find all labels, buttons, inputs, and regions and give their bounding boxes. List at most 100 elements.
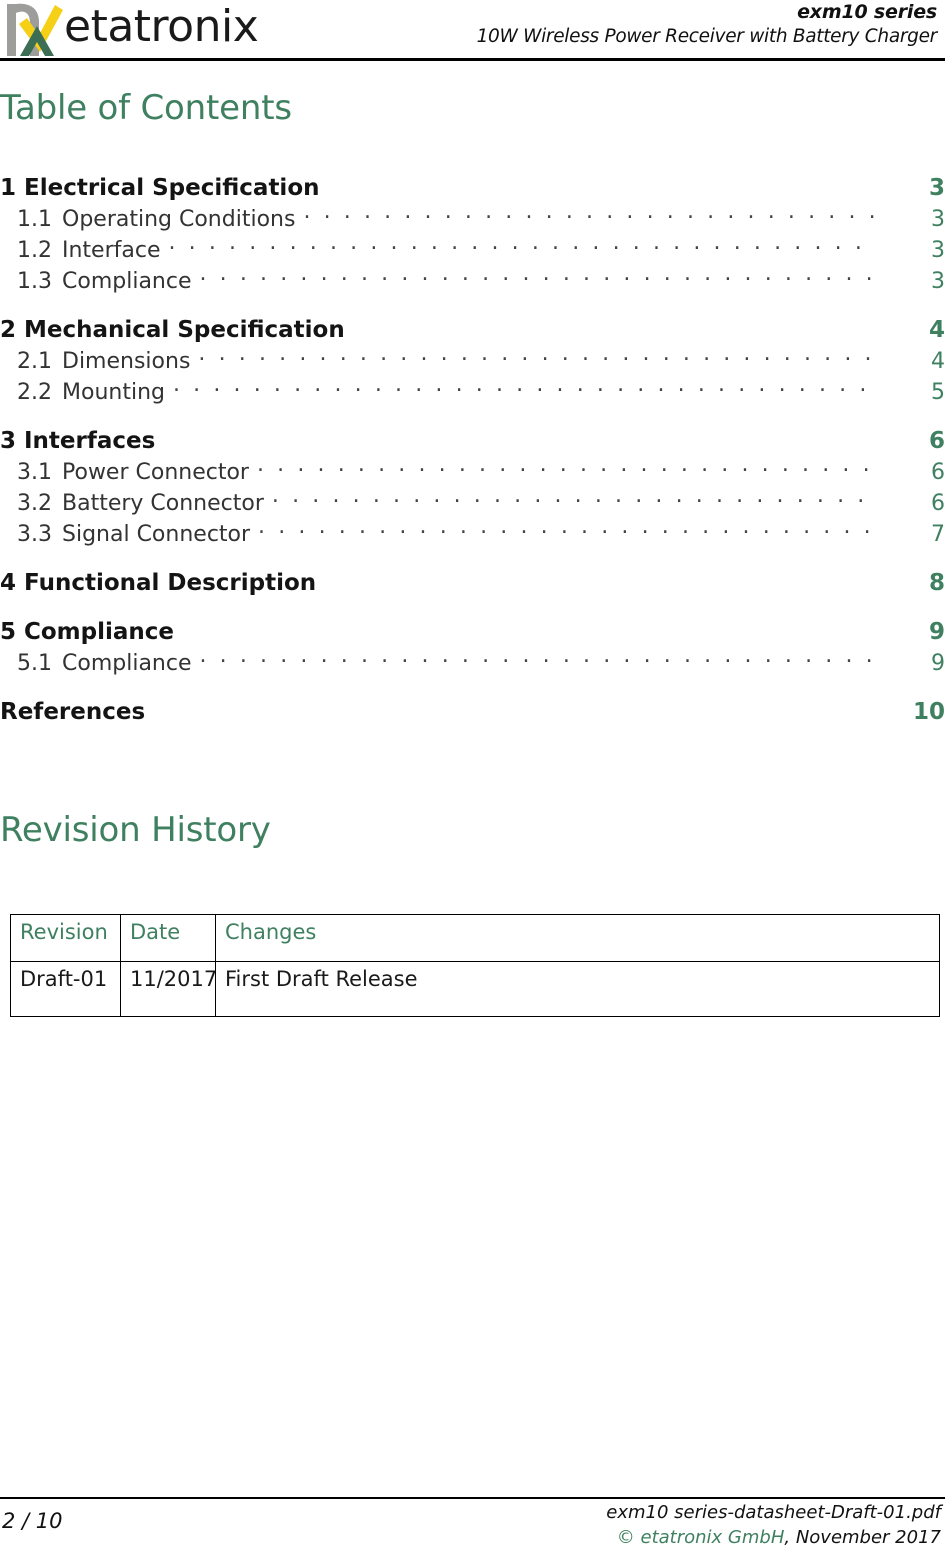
toc-entry-page: 3 (928, 175, 945, 201)
toc-group: 4 Functional Description 8 (0, 567, 945, 599)
column-header-changes: Changes (215, 914, 940, 962)
toc-leader-dots (303, 204, 877, 226)
toc-entry-number: 1.2 (17, 238, 52, 263)
toc-entry-level1[interactable]: 5 Compliance 9 (0, 616, 945, 648)
copyright-line: © etatronix GmbH, November 2017 (341, 1525, 941, 1550)
toc-entry-label: Interfaces (24, 428, 156, 454)
toc-entry-page: 9 (928, 619, 945, 645)
toc-entry-number: 5.1 (17, 651, 52, 676)
toc-entry-level2[interactable]: 3.2 Battery Connector 6 (0, 488, 945, 519)
revision-history-heading: Revision History (0, 810, 271, 850)
toc-entry-page: 3 (931, 207, 945, 232)
toc-entry-page: 6 (931, 491, 945, 516)
toc-entry-level2[interactable]: 3.1 Power Connector 6 (0, 457, 945, 488)
column-header-revision: Revision (10, 914, 121, 962)
toc-entry-number: 2 (0, 317, 17, 343)
etatronix-logo-icon (6, 2, 68, 58)
toc-entry-level1[interactable]: References 10 (0, 696, 945, 728)
toc-group: References 10 (0, 696, 945, 728)
toc-entry-page: 4 (928, 317, 945, 343)
toc-entry-number: 3.2 (17, 491, 52, 516)
toc-entry-label: Mounting (62, 380, 165, 405)
toc-entry-page: 3 (931, 238, 945, 263)
toc-entry-level2[interactable]: 1.1 Operating Conditions 3 (0, 204, 945, 235)
revision-history-table: Revision Date Changes Draft-01 11/2017 Fir… (10, 914, 940, 1017)
toc-entry-level2[interactable]: 3.3 Signal Connector 7 (0, 519, 945, 550)
toc-entry-label: Functional Description (24, 570, 317, 596)
toc-entry-label: Power Connector (62, 460, 249, 485)
toc-entry-label: Compliance (62, 651, 192, 676)
document-file-name: exm10 series-datasheet-Draft-01.pdf (606, 1502, 941, 1523)
toc-entry-number: 1.1 (17, 207, 52, 232)
toc-entry-label: Interface (62, 238, 161, 263)
copyright-holder: © etatronix GmbH (616, 1527, 785, 1548)
toc-entry-label: Electrical Specification (24, 175, 320, 201)
toc-leader-dots (200, 648, 878, 670)
table-of-contents-heading: Table of Contents (0, 88, 292, 128)
toc-entry-number: 2.1 (17, 349, 52, 374)
table-header-row: Revision Date Changes (10, 914, 940, 962)
copyright-date: , November 2017 (784, 1527, 941, 1548)
toc-entry-page: 10 (912, 699, 945, 725)
toc-entry-label: Compliance (62, 269, 192, 294)
toc-leader-dots (200, 266, 878, 288)
table-row: Draft-01 11/2017 First Draft Release (10, 961, 940, 1017)
toc-leader-dots (258, 519, 877, 541)
toc-entry-page: 5 (931, 380, 945, 405)
toc-group: 5 Compliance 9 5.1 Compliance 9 (0, 616, 945, 679)
column-header-date: Date (120, 914, 216, 962)
page-header: etatronix exm10 series 10W Wireless Powe… (0, 0, 945, 58)
toc-entry-number: 2.2 (17, 380, 52, 405)
toc-entry-label: Dimensions (62, 349, 191, 374)
toc-entry-level1[interactable]: 1 Electrical Specification 3 (0, 172, 945, 204)
toc-entry-level2[interactable]: 1.3 Compliance 3 (0, 266, 945, 297)
toc-entry-level2[interactable]: 2.1 Dimensions 4 (0, 346, 945, 377)
toc-entry-page: 4 (931, 349, 945, 374)
cell-date: 11/2017 (120, 961, 217, 1017)
toc-group: 3 Interfaces 6 3.1 Power Connector 6 3.2 Batter… (0, 425, 945, 550)
toc-entry-number: 5 (0, 619, 17, 645)
toc-entry-page: 9 (931, 651, 945, 676)
header-divider (0, 58, 945, 61)
toc-entry-number: 1.3 (17, 269, 52, 294)
cell-changes: First Draft Release (215, 961, 940, 1017)
toc-entry-page: 6 (931, 460, 945, 485)
footer-divider (0, 1497, 945, 1499)
toc-entry-level2[interactable]: 5.1 Compliance 9 (0, 648, 945, 679)
table-of-contents-list: 1 Electrical Specification 3 1.1 Operating C… (0, 172, 945, 728)
toc-entry-level2[interactable]: 1.2 Interface 3 (0, 235, 945, 266)
toc-entry-level1[interactable]: 4 Functional Description 8 (0, 567, 945, 599)
toc-entry-page: 6 (928, 428, 945, 454)
header-title-block: exm10 series 10W Wireless Power Receiver… (377, 0, 938, 50)
toc-entry-number: 4 (0, 570, 17, 596)
toc-entry-label: Signal Connector (62, 522, 251, 547)
toc-entry-label: Operating Conditions (62, 207, 296, 232)
toc-group: 1 Electrical Specification 3 1.1 Operating C… (0, 172, 945, 297)
product-subtitle: 10W Wireless Power Receiver with Battery… (476, 26, 938, 47)
toc-entry-number: 3.1 (17, 460, 52, 485)
toc-entry-number: 3.3 (17, 522, 52, 547)
toc-leader-dots (272, 488, 877, 510)
toc-leader-dots (173, 377, 877, 399)
cell-revision: Draft-01 (10, 961, 121, 1017)
toc-entry-page: 7 (931, 522, 945, 547)
toc-entry-number: 3 (0, 428, 17, 454)
toc-leader-dots (257, 457, 877, 479)
page-number: 2 / 10 (2, 1509, 63, 1533)
toc-group: 2 Mechanical Specification 4 2.1 Dimensions 4… (0, 314, 945, 408)
toc-entry-level1[interactable]: 3 Interfaces 6 (0, 425, 945, 457)
product-series-title: exm10 series (797, 1, 937, 23)
toc-entry-level1[interactable]: 2 Mechanical Specification 4 (0, 314, 945, 346)
toc-entry-label: Battery Connector (62, 491, 264, 516)
toc-entry-label: Mechanical Specification (24, 317, 345, 343)
brand-wordmark: etatronix (64, 1, 259, 52)
toc-entry-page: 3 (931, 269, 945, 294)
toc-entry-level2[interactable]: 2.2 Mounting 5 (0, 377, 945, 408)
toc-entry-label: References (0, 699, 146, 725)
document-page: etatronix exm10 series 10W Wireless Powe… (0, 0, 945, 1553)
toc-entry-page: 8 (928, 570, 945, 596)
toc-entry-number: 1 (0, 175, 17, 201)
footer-meta: exm10 series-datasheet-Draft-01.pdf © et… (341, 1500, 941, 1550)
toc-leader-dots (198, 346, 877, 368)
toc-entry-label: Compliance (24, 619, 175, 645)
